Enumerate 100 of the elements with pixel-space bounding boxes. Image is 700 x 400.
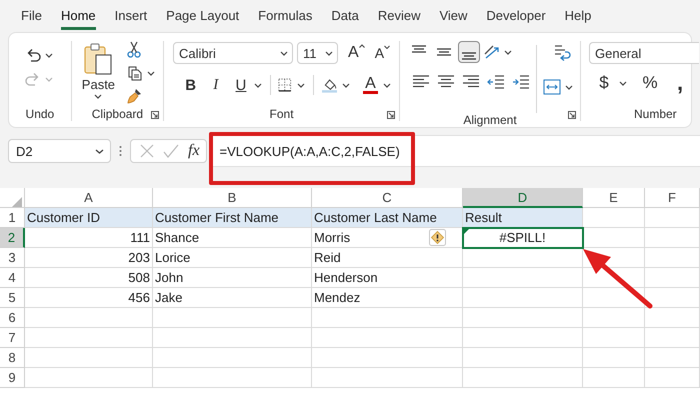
increase-indent-icon[interactable] [512, 74, 530, 90]
row-header[interactable]: 2 [0, 228, 25, 248]
caret-down-icon [384, 45, 390, 49]
table-cell: Reid [312, 248, 463, 268]
align-left-icon[interactable] [412, 74, 430, 90]
dialog-launcher-icon[interactable] [568, 111, 576, 119]
column-header[interactable]: F [645, 188, 700, 208]
table-cell [645, 228, 700, 248]
align-bottom-icon[interactable] [458, 41, 480, 63]
caret-icon[interactable] [565, 84, 574, 90]
copy-icon[interactable] [127, 65, 144, 81]
caret-icon[interactable] [504, 50, 512, 54]
font-name-dropdown[interactable]: Calibri [173, 42, 294, 64]
caret-icon[interactable] [147, 70, 156, 76]
table-cell: Customer Last Name [312, 208, 463, 228]
menu-tab[interactable]: Developer [486, 2, 546, 30]
table-cell [645, 248, 700, 268]
dialog-launcher-icon[interactable] [151, 111, 160, 119]
more-icon[interactable] [119, 145, 122, 157]
menu-tab[interactable]: Formulas [258, 2, 312, 30]
column-header[interactable]: A [25, 188, 153, 208]
menu-tab[interactable]: Data [331, 2, 359, 30]
caret-icon[interactable] [383, 82, 392, 88]
table-cell: 456 [25, 288, 153, 308]
caret-icon[interactable] [619, 80, 627, 86]
caret-up-icon [358, 44, 365, 48]
row-header[interactable]: 6 [0, 308, 25, 328]
table-cell: Result [463, 208, 583, 228]
column-header[interactable]: C [312, 188, 463, 208]
name-box[interactable]: D2 [8, 139, 111, 163]
clipboard-icon [83, 43, 114, 75]
table-cell [583, 328, 645, 348]
column-header[interactable]: E [583, 188, 645, 208]
row-header[interactable]: 8 [0, 348, 25, 368]
caret-icon [94, 94, 102, 99]
check-icon[interactable] [163, 144, 179, 158]
orientation-icon[interactable] [483, 44, 502, 60]
number-format-dropdown[interactable]: General [589, 42, 699, 64]
table-cell: #SPILL! [463, 228, 583, 248]
table-cell [645, 208, 700, 228]
table-cell [583, 308, 645, 328]
font-size-dropdown[interactable]: 11 [297, 42, 338, 64]
row-header[interactable]: 7 [0, 328, 25, 348]
font-color-button[interactable]: A [362, 76, 378, 94]
borders-icon[interactable] [278, 77, 292, 93]
caret-icon[interactable] [45, 52, 53, 58]
paste-button[interactable]: Paste [82, 43, 116, 107]
column-header[interactable]: D [463, 188, 583, 208]
group-label: Undo [26, 107, 54, 121]
merge-center-icon[interactable] [543, 79, 562, 95]
caret-icon [95, 148, 104, 154]
insert-function-button[interactable]: fx [188, 142, 200, 160]
group-label: Alignment [463, 113, 517, 127]
table-cell: 111 [25, 228, 153, 248]
comma-style-button[interactable]: , [671, 75, 689, 91]
table-cell [645, 268, 700, 288]
decrease-indent-icon[interactable] [487, 74, 506, 90]
paintbrush-icon[interactable] [127, 88, 144, 104]
percent-button[interactable]: % [641, 73, 659, 93]
caret-icon[interactable] [254, 82, 262, 88]
table-cell: Jake [153, 288, 312, 308]
grow-font-button[interactable]: A [348, 44, 365, 62]
row-header[interactable]: 5 [0, 288, 25, 308]
table-cell: John [153, 268, 312, 288]
table-cell: Customer ID [25, 208, 153, 228]
menu-tab[interactable]: Review [378, 2, 420, 30]
caret-icon[interactable] [342, 82, 350, 88]
bold-button[interactable]: B [183, 76, 198, 94]
table-cell: Lorice [153, 248, 312, 268]
menu-tab[interactable]: Help [564, 2, 592, 30]
row-header[interactable]: 1 [0, 208, 25, 228]
table-cell: Customer First Name [153, 208, 312, 228]
undo-icon[interactable] [25, 47, 41, 63]
dialog-launcher-icon[interactable] [387, 111, 396, 119]
group-label: Clipboard [92, 107, 144, 121]
currency-button[interactable]: $ [595, 73, 613, 93]
underline-button[interactable]: U [233, 76, 249, 94]
row-header[interactable]: 4 [0, 268, 25, 288]
scissors-icon[interactable] [127, 41, 142, 58]
align-right-icon[interactable] [462, 74, 480, 90]
menu-tab[interactable]: File [21, 2, 42, 30]
table-cell [645, 368, 700, 388]
italic-button[interactable]: I [208, 76, 224, 94]
table-cell [583, 368, 645, 388]
menu-tab[interactable]: Page Layout [166, 2, 240, 30]
column-header[interactable]: B [153, 188, 312, 208]
menu-tab[interactable]: View [439, 2, 468, 30]
group-label: Number [634, 107, 677, 121]
menu-tab[interactable]: Insert [114, 2, 148, 30]
fill-color-icon[interactable] [322, 76, 337, 94]
shrink-font-button[interactable]: A [374, 45, 390, 61]
table-cell [583, 288, 645, 308]
table-cell [645, 288, 700, 308]
row-header[interactable]: 9 [0, 368, 25, 388]
table-cell: Shance [153, 228, 312, 248]
caret-icon[interactable] [296, 82, 305, 88]
row-header[interactable]: 3 [0, 248, 25, 268]
align-center-icon[interactable] [437, 74, 456, 90]
warning-icon[interactable] [429, 229, 446, 246]
table-cell: Henderson [312, 268, 463, 288]
